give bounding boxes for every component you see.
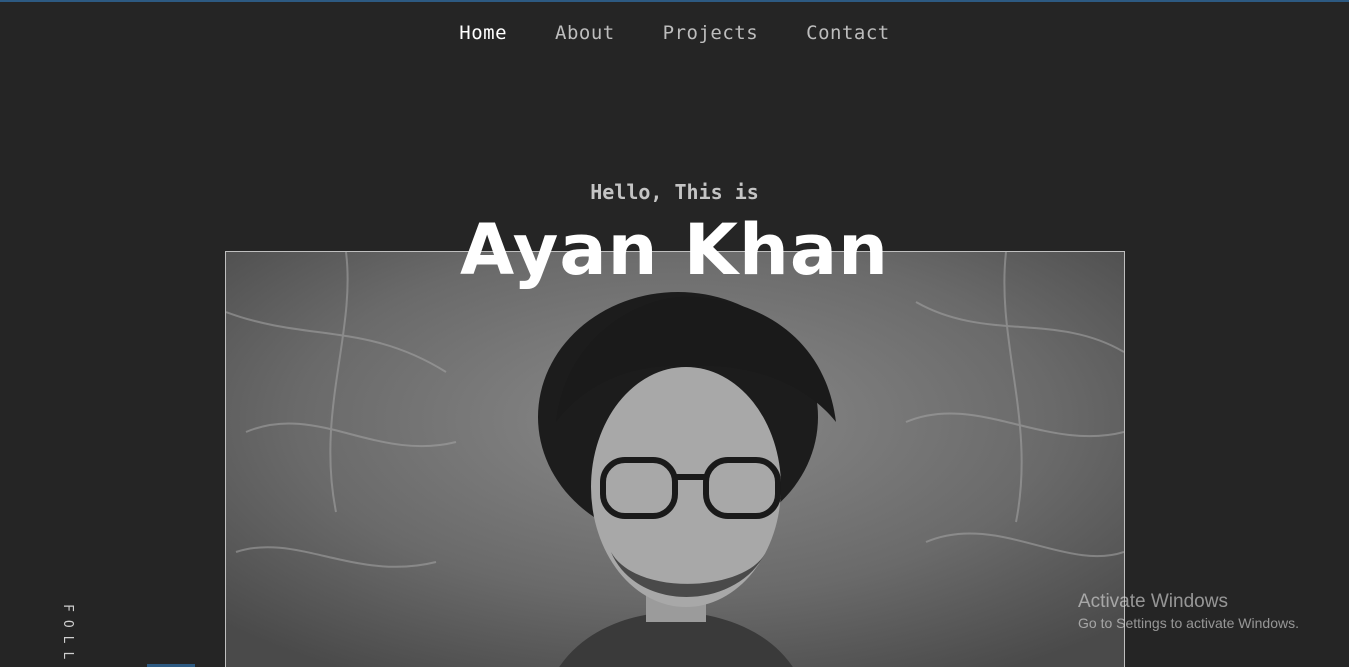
hero-photo [225,251,1125,667]
nav-projects[interactable]: Projects [663,22,759,44]
watermark-title: Activate Windows [1078,591,1228,612]
hero-greeting: Hello, This is [590,180,759,204]
nav-about[interactable]: About [555,22,615,44]
main-nav: Home About Projects Contact [0,22,1349,44]
hero-name: Ayan Khan [460,209,889,291]
nav-home[interactable]: Home [459,22,507,44]
windows-activation-watermark: Activate Windows Go to Settings to activ… [1078,591,1299,632]
watermark-subtitle: Go to Settings to activate Windows. [1078,615,1299,631]
top-accent-line [0,0,1349,2]
follow-label: FOLL [60,604,75,667]
nav-contact[interactable]: Contact [806,22,890,44]
portrait-photo-icon [226,252,1124,667]
